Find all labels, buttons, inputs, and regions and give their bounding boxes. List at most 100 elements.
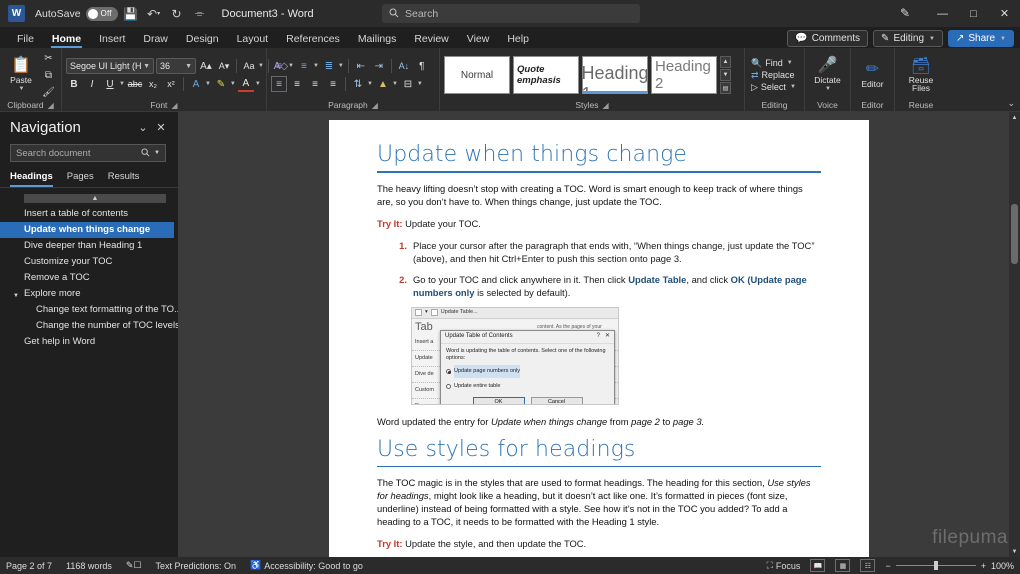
- highlight-button[interactable]: ✎▼: [213, 76, 236, 92]
- nav-heading-dive-deeper[interactable]: Dive deeper than Heading 1: [0, 238, 178, 254]
- tab-design[interactable]: Design: [177, 31, 228, 48]
- underline-button[interactable]: U▼: [102, 76, 125, 92]
- redo-icon[interactable]: ↻: [167, 4, 187, 24]
- collapse-ribbon-icon[interactable]: ⌄: [1007, 98, 1015, 109]
- format-painter-icon[interactable]: 🖌: [40, 84, 57, 100]
- maximize-button[interactable]: □: [958, 0, 989, 27]
- navigation-scroll-thumb[interactable]: ▲: [24, 194, 166, 203]
- borders-button[interactable]: ⊟▼: [400, 76, 423, 92]
- dictate-button[interactable]: 🎤 Dictate ▼: [809, 55, 846, 95]
- comments-button[interactable]: 💬 Comments: [787, 30, 868, 47]
- page-indicator[interactable]: Page 2 of 7: [6, 561, 52, 571]
- superscript-button[interactable]: x²: [163, 76, 179, 92]
- shading-button[interactable]: ▲▼: [375, 76, 398, 92]
- grow-font-icon[interactable]: A▴: [198, 58, 214, 74]
- editor-button[interactable]: ✏ Editor: [855, 55, 890, 95]
- find-button[interactable]: 🔍 Find ▼: [749, 58, 798, 69]
- tab-file[interactable]: File: [8, 31, 43, 48]
- minimize-button[interactable]: —: [927, 0, 958, 27]
- select-button[interactable]: ▷ Select ▼: [749, 82, 798, 93]
- web-layout-icon[interactable]: ☷: [860, 559, 875, 572]
- zoom-slider[interactable]: − + 100%: [885, 561, 1014, 571]
- scroll-up-icon[interactable]: ▲: [1009, 112, 1020, 123]
- search-input[interactable]: Search: [382, 4, 640, 23]
- font-size-combo[interactable]: 36 ▼: [156, 58, 196, 74]
- save-icon[interactable]: 💾: [121, 4, 141, 24]
- search-icon[interactable]: [141, 144, 150, 162]
- focus-button[interactable]: ⛶ Focus: [767, 560, 801, 571]
- zoom-in-button[interactable]: +: [981, 561, 986, 571]
- scroll-down-icon[interactable]: ▼: [1009, 546, 1020, 557]
- bullets-button[interactable]: ≡▼: [271, 58, 294, 74]
- close-icon[interactable]: ✕: [152, 121, 170, 134]
- close-button[interactable]: ✕: [989, 0, 1020, 27]
- tab-insert[interactable]: Insert: [90, 31, 134, 48]
- tab-mailings[interactable]: Mailings: [349, 31, 406, 48]
- nav-heading-explore-more[interactable]: ▼ Explore more: [0, 286, 178, 302]
- nav-heading-remove-toc[interactable]: Remove a TOC: [0, 270, 178, 286]
- nav-heading-change-toc-levels[interactable]: Change the number of TOC levels: [0, 318, 178, 334]
- gallery-more-icon[interactable]: ▤: [720, 82, 731, 94]
- nav-tab-pages[interactable]: Pages: [67, 171, 94, 187]
- scrollbar-thumb[interactable]: [1011, 204, 1018, 264]
- chevron-down-icon[interactable]: ⌄: [134, 121, 152, 134]
- shrink-font-icon[interactable]: A▾: [216, 58, 232, 74]
- gallery-up-icon[interactable]: ▲: [720, 56, 731, 68]
- share-button[interactable]: ↗ Share ▼: [948, 30, 1014, 47]
- numbering-button[interactable]: ≡▼: [296, 58, 319, 74]
- style-heading-1[interactable]: Heading 1: [582, 56, 648, 94]
- text-effects-button[interactable]: A▼: [188, 76, 211, 92]
- styles-dialog-launcher[interactable]: ◢: [603, 101, 609, 110]
- accessibility-status[interactable]: ♿ Accessibility: Good to go: [250, 560, 363, 571]
- nav-heading-change-text-formatting[interactable]: Change text formatting of the TO...: [0, 302, 178, 318]
- zoom-out-button[interactable]: −: [885, 561, 890, 571]
- tab-draw[interactable]: Draw: [134, 31, 177, 48]
- tab-home[interactable]: Home: [43, 31, 90, 48]
- cut-icon[interactable]: ✂: [40, 50, 57, 66]
- tab-help[interactable]: Help: [498, 31, 538, 48]
- decrease-indent-icon[interactable]: ⇤: [353, 58, 369, 74]
- replace-button[interactable]: ⇄ Replace: [749, 70, 798, 81]
- font-name-combo[interactable]: Segoe UI Light (Head ▼: [66, 58, 154, 74]
- strikethrough-button[interactable]: abc: [127, 76, 143, 92]
- style-quote-emphasis[interactable]: Quote emphasis: [513, 56, 579, 94]
- document-vertical-scrollbar[interactable]: ▲ ▼: [1009, 112, 1020, 557]
- reuse-files-button[interactable]: 🗃 Reuse Files: [902, 55, 940, 95]
- nav-heading-get-help-in-word[interactable]: Get help in Word: [0, 334, 178, 350]
- paragraph-dialog-launcher[interactable]: ◢: [372, 101, 378, 110]
- nav-tab-results[interactable]: Results: [108, 171, 140, 187]
- bold-button[interactable]: B: [66, 76, 82, 92]
- tab-references[interactable]: References: [277, 31, 349, 48]
- zoom-handle[interactable]: [934, 561, 938, 570]
- change-case-button[interactable]: Aa▼: [241, 58, 264, 74]
- justify-button[interactable]: ≡: [325, 76, 341, 92]
- read-mode-icon[interactable]: 📖: [810, 559, 825, 572]
- show-formatting-marks-icon[interactable]: ¶: [414, 58, 430, 74]
- clipboard-dialog-launcher[interactable]: ◢: [48, 101, 54, 110]
- navigation-search-input[interactable]: Search document ▼: [10, 144, 166, 162]
- nav-heading-update-when-things-change[interactable]: Update when things change: [0, 222, 174, 238]
- zoom-level[interactable]: 100%: [991, 561, 1014, 571]
- font-color-button[interactable]: A▼: [238, 76, 261, 92]
- print-layout-icon[interactable]: ▦: [835, 559, 850, 572]
- paste-button[interactable]: 📋 Paste ▼: [4, 55, 38, 95]
- copy-icon[interactable]: ⧉: [40, 67, 57, 83]
- document-page[interactable]: Update when things change The heavy lift…: [329, 120, 869, 557]
- sort-icon[interactable]: A↓: [396, 58, 412, 74]
- document-canvas[interactable]: Update when things change The heavy lift…: [178, 112, 1020, 557]
- word-count[interactable]: 1168 words: [66, 561, 112, 571]
- chevron-down-icon[interactable]: ▼: [154, 150, 160, 156]
- subscript-button[interactable]: x₂: [145, 76, 161, 92]
- tab-review[interactable]: Review: [405, 31, 457, 48]
- style-heading-2[interactable]: Heading 2: [651, 56, 717, 94]
- ink-pen-icon[interactable]: ✎: [900, 6, 910, 20]
- align-right-button[interactable]: ≡: [307, 76, 323, 92]
- multilevel-list-button[interactable]: ≣▼: [321, 58, 344, 74]
- expand-triangle-icon[interactable]: ▼: [13, 290, 19, 302]
- embedded-screenshot[interactable]: ▾ Update Table... content. As the pages …: [411, 307, 619, 405]
- autosave-control[interactable]: AutoSave Off: [35, 7, 118, 21]
- undo-icon[interactable]: ↶▾: [144, 4, 164, 24]
- nav-heading-customize-toc[interactable]: Customize your TOC: [0, 254, 178, 270]
- customize-qat-icon[interactable]: ⌯: [190, 4, 210, 24]
- editing-mode-button[interactable]: ✎ Editing ▼: [873, 30, 943, 47]
